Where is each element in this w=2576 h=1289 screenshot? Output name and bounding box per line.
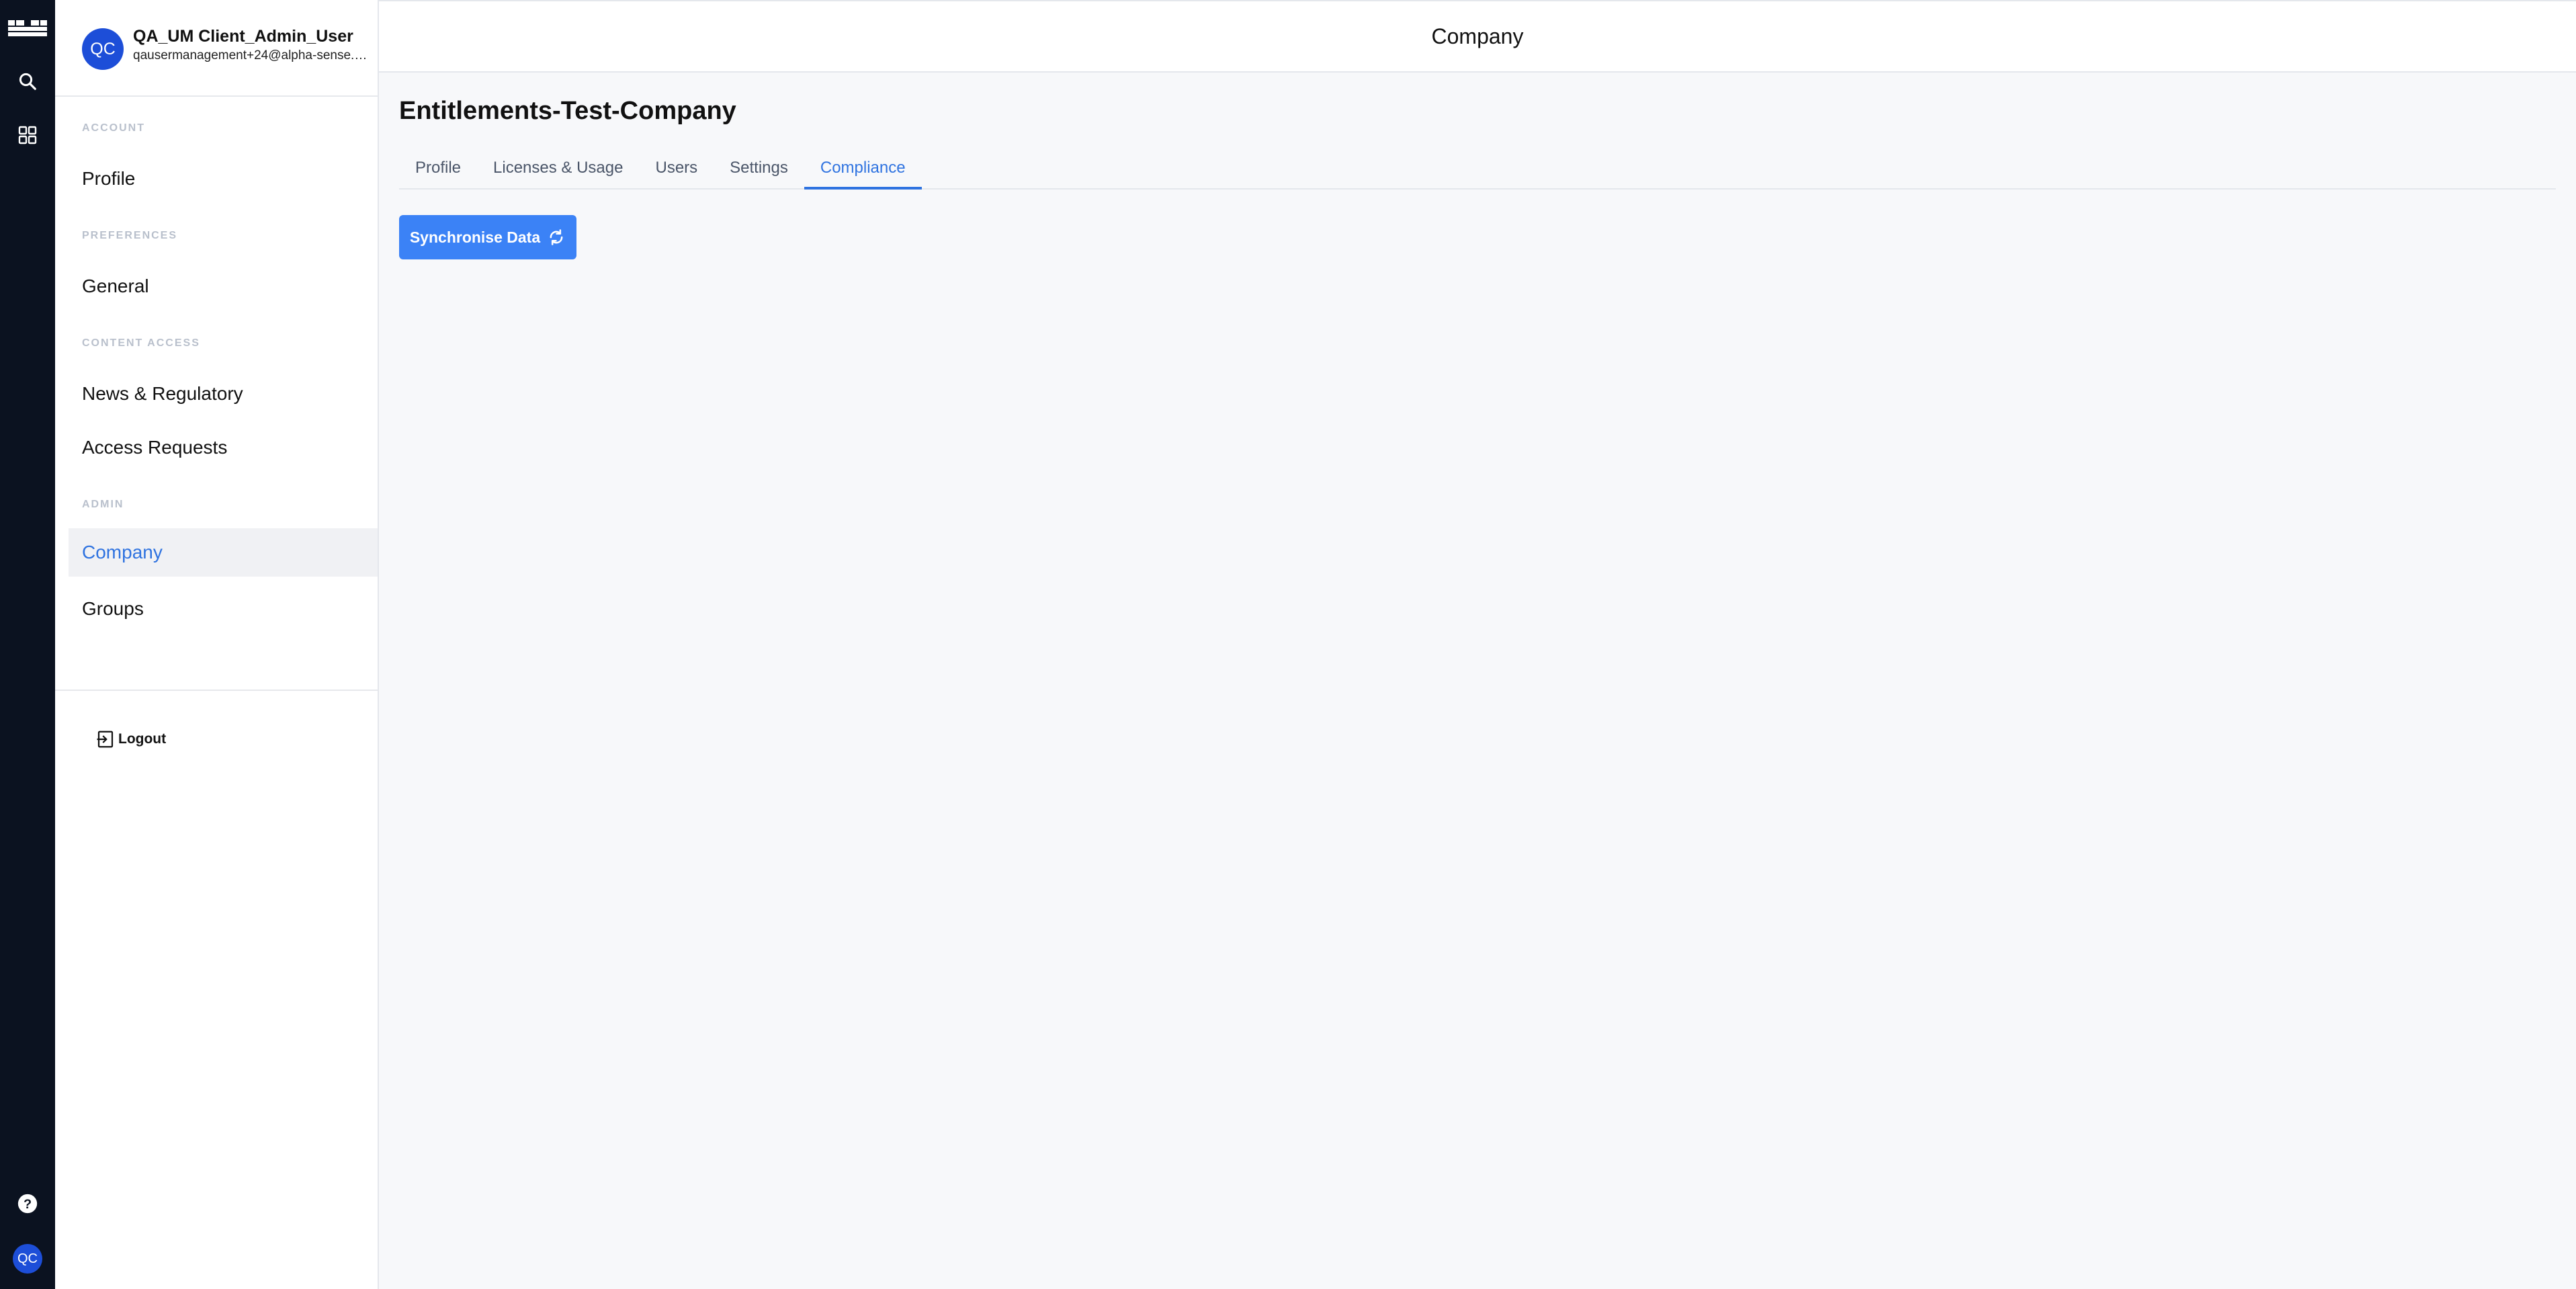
search-icon[interactable] [0,58,55,105]
rail-user-avatar[interactable]: QC [0,1235,55,1282]
rail-avatar-initials: QC [13,1244,42,1274]
company-tabs: Profile Licenses & Usage Users Settings … [399,156,2556,190]
app-logo-icon[interactable] [0,3,55,54]
logout-button[interactable]: Logout [95,727,166,751]
user-info: QC QA_UM Client_Admin_User qausermanagem… [55,0,378,97]
tab-profile[interactable]: Profile [399,156,477,190]
settings-sidebar: QC QA_UM Client_Admin_User qausermanagem… [55,0,379,1289]
logout-icon [97,731,114,748]
section-label-admin: ADMIN [82,499,124,510]
help-icon[interactable]: ? [0,1180,55,1227]
tab-settings[interactable]: Settings [714,156,804,190]
sidebar-item-news-regulatory[interactable]: News & Regulatory [69,370,378,418]
icon-rail: ? QC [0,0,55,1289]
sidebar-divider [55,690,378,691]
page-title: Company [1431,24,1524,48]
refresh-icon [550,229,563,245]
app: ? QC QC QA_UM Client_Admin_User qauserma… [0,0,2576,1289]
company-name-heading: Entitlements-Test-Company [399,97,736,125]
main-content: Company Entitlements-Test-Company Profil… [379,0,2576,1289]
section-label-preferences: PREFERENCES [82,230,178,241]
sidebar-item-profile[interactable]: Profile [69,155,378,203]
sidebar-item-groups[interactable]: Groups [69,585,378,633]
apps-grid-icon[interactable] [0,112,55,159]
sidebar-item-company[interactable]: Company [69,528,378,577]
user-avatar: QC [82,28,124,70]
tab-users[interactable]: Users [639,156,714,190]
section-label-content-access: CONTENT ACCESS [82,337,200,349]
tab-compliance[interactable]: Compliance [804,156,922,190]
sidebar-item-access-requests[interactable]: Access Requests [69,423,378,472]
user-name: QA_UM Client_Admin_User [133,27,353,46]
top-bar: Company [379,0,2576,73]
sidebar-item-general[interactable]: General [69,262,378,310]
logout-label: Logout [118,731,167,747]
synchronise-data-button[interactable]: Synchronise Data [399,215,576,259]
section-label-account: ACCOUNT [82,122,145,134]
svg-text:?: ? [24,1197,32,1212]
synchronise-data-label: Synchronise Data [409,228,541,246]
tab-licenses-usage[interactable]: Licenses & Usage [477,156,639,190]
user-email: qausermanagement+24@alpha-sense.com [133,48,372,63]
